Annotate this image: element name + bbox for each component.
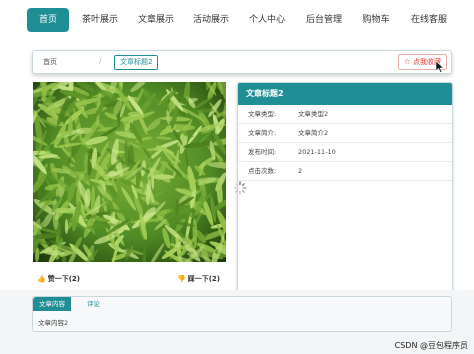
nav-item-home[interactable]: 首页 — [27, 8, 69, 32]
nav-item-articles[interactable]: 文章展示 — [132, 9, 180, 31]
info-row-date: 发布时间: 2021-11-10 — [238, 143, 452, 162]
nav-item-profile[interactable]: 个人中心 — [243, 9, 291, 31]
info-value: 文章简介2 — [298, 129, 329, 137]
info-key: 发布时间: — [248, 148, 277, 156]
breadcrumb-current[interactable]: 文章标题2 — [114, 55, 159, 70]
watermark: CSDN @豆包程序员 — [394, 341, 468, 350]
info-row-clicks: 点击次数: 2 — [238, 162, 452, 181]
breadcrumb-separator: / — [99, 57, 102, 65]
nav-item-cart[interactable]: 购物车 — [356, 9, 396, 31]
tab-body-text: 文章内容2 — [38, 319, 69, 327]
tab-content[interactable]: 文章内容 — [33, 297, 71, 311]
dislike-button[interactable]: 👎 踩一下(2) — [177, 274, 220, 284]
article-info-card: 文章标题2 文章类型: 文章类型2 文章简介: 文章简介2 发布时间: 2021… — [237, 82, 453, 293]
content-tabs: 文章内容 评论 文章内容2 — [32, 296, 452, 332]
article-title: 文章标题2 — [238, 83, 452, 105]
tea-leaves-image — [33, 82, 226, 262]
info-key: 文章类型: — [248, 110, 277, 118]
nav-item-support[interactable]: 在线客服 — [405, 9, 453, 31]
breadcrumb: 首页 / 文章标题2 ☆ 点我收藏 — [32, 50, 452, 74]
loading-spinner-icon — [233, 181, 247, 195]
dislike-label: 踩一下(2) — [187, 275, 220, 283]
info-value: 2021-11-10 — [298, 148, 336, 156]
vote-row: 👍 赞一下(2) 👎 踩一下(2) — [33, 270, 226, 290]
breadcrumb-home[interactable]: 首页 — [43, 57, 57, 67]
star-icon: ☆ — [403, 57, 411, 66]
tab-comments[interactable]: 评论 — [81, 297, 106, 311]
thumbs-down-icon: 👎 — [177, 275, 186, 283]
info-value: 2 — [298, 167, 303, 175]
nav-item-tea[interactable]: 茶叶展示 — [76, 9, 124, 31]
thumbs-up-icon: 👍 — [37, 275, 46, 283]
info-row-summary: 文章简介: 文章简介2 — [238, 124, 452, 143]
info-key: 点击次数: — [248, 167, 277, 175]
article-image — [33, 82, 226, 262]
like-label: 赞一下(2) — [47, 275, 80, 283]
info-key: 文章简介: — [248, 129, 277, 137]
nav-item-admin[interactable]: 后台管理 — [300, 9, 348, 31]
info-value: 文章类型2 — [298, 110, 329, 118]
like-button[interactable]: 👍 赞一下(2) — [37, 274, 80, 284]
nav-item-activities[interactable]: 活动展示 — [187, 9, 235, 31]
top-nav: 首页 茶叶展示 文章展示 活动展示 个人中心 后台管理 购物车 在线客服 — [0, 0, 474, 40]
mouse-cursor-icon — [435, 61, 445, 73]
info-row-type: 文章类型: 文章类型2 — [238, 105, 452, 124]
